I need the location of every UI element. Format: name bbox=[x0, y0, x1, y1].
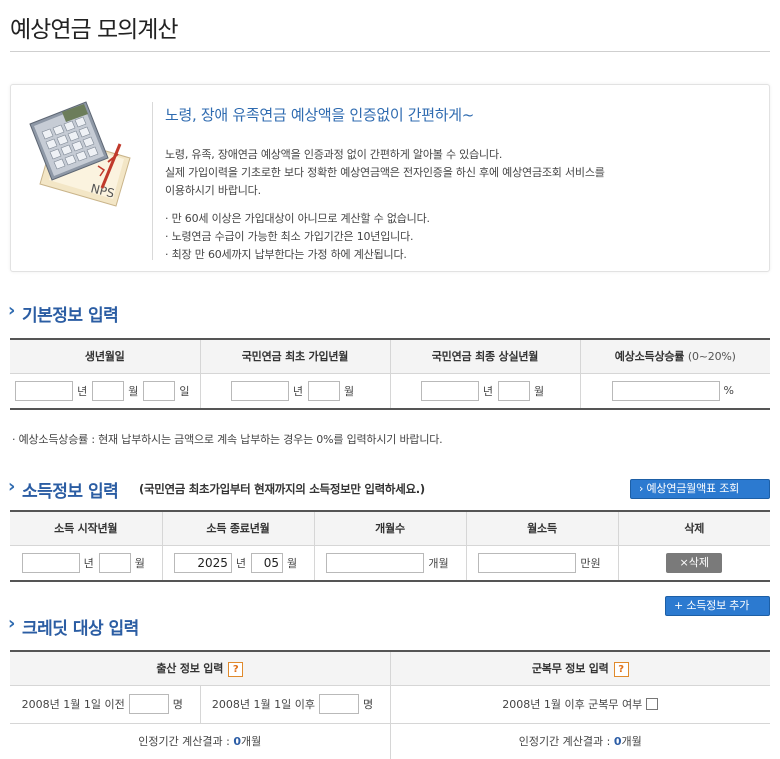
page-title: 예상연금 모의계산 bbox=[10, 17, 179, 43]
unit-year: 년 bbox=[292, 384, 303, 398]
header-first-join: 국민연금 최초 가입년월 bbox=[200, 339, 391, 374]
income-rate-note: · 예상소득상승률 : 현재 납부하시는 금액으로 계속 납부하는 경우는 0%… bbox=[12, 433, 443, 446]
birth-info-header-label: 출산 정보 입력 bbox=[156, 662, 224, 675]
unit-month: 월 bbox=[134, 556, 145, 570]
section-chevron-icon: › bbox=[8, 300, 16, 321]
header-delete: 삭제 bbox=[618, 511, 770, 546]
military-checkbox[interactable] bbox=[646, 698, 659, 710]
unit-month: 월 bbox=[128, 384, 139, 398]
header-monthly-income: 월소득 bbox=[466, 511, 619, 546]
income-rate-input[interactable] bbox=[611, 380, 720, 401]
delete-row-button[interactable]: ×삭제 bbox=[666, 552, 723, 573]
birth-month-input[interactable] bbox=[92, 380, 125, 401]
unit-months: 개월 bbox=[428, 556, 449, 570]
info-paragraph: 이용하시기 바랍니다. bbox=[165, 184, 261, 197]
info-bullet: · 만 60세 이상은 가입대상이 아니므로 계산할 수 없습니다. bbox=[165, 212, 430, 225]
info-bullet: · 노령연금 수급이 가능한 최소 가입기간은 10년입니다. bbox=[165, 230, 414, 243]
military-result-value: 0 bbox=[613, 735, 622, 749]
last-loss-cell: 년월 bbox=[390, 373, 581, 409]
birthdate-cell: 년월일 bbox=[10, 373, 201, 409]
months-input[interactable] bbox=[326, 552, 425, 573]
section-chevron-icon: › bbox=[8, 613, 16, 634]
military-result-label: 인정기간 계산결과 : bbox=[518, 735, 611, 749]
first-join-year-input[interactable] bbox=[230, 380, 289, 401]
unit-month: 월 bbox=[344, 384, 355, 398]
credit-table: 출산 정보 입력? 군복무 정보 입력? 2008년 1월 1일 이전 명 200… bbox=[10, 650, 770, 759]
military-help-icon[interactable]: ? bbox=[613, 661, 629, 677]
header-income-start: 소득 시작년월 bbox=[10, 511, 163, 546]
unit-income: 만원 bbox=[580, 556, 601, 570]
income-start-month-input[interactable] bbox=[98, 552, 131, 573]
info-heading: 노령, 장애 유족연금 예상액을 인증없이 간편하게~ bbox=[165, 106, 475, 124]
birth-day-input[interactable] bbox=[143, 380, 176, 401]
military-result-cell: 인정기간 계산결과 : 0개월 bbox=[390, 723, 770, 759]
first-join-cell: 년월 bbox=[200, 373, 391, 409]
income-table: 소득 시작년월 소득 종료년월 개월수 월소득 삭제 년월 2025 년 05 월 개… bbox=[10, 510, 770, 582]
birth-after-cell: 2008년 1월 1일 이후 명 bbox=[200, 685, 391, 724]
header-income-end: 소득 종료년월 bbox=[162, 511, 315, 546]
military-cell: 2008년 1월 이후 군복무 여부 bbox=[390, 685, 770, 724]
delete-cell: ×삭제 bbox=[618, 545, 770, 581]
birth-before-cell: 2008년 1월 1일 이전 명 bbox=[10, 685, 201, 724]
info-paragraph: 노령, 유족, 장애연금 예상액을 인증과정 없이 간편하게 알아볼 수 있습니… bbox=[165, 148, 503, 161]
add-income-button[interactable]: + 소득정보 추가 bbox=[665, 596, 770, 616]
unit-month: 월 bbox=[287, 556, 298, 570]
birth-after-input[interactable] bbox=[318, 694, 359, 714]
military-info-header: 군복무 정보 입력? bbox=[390, 651, 770, 686]
basic-section-title: 기본정보 입력 bbox=[22, 306, 119, 326]
monthly-income-input[interactable] bbox=[478, 552, 577, 573]
credit-section-title: 크레딧 대상 입력 bbox=[22, 619, 139, 639]
birth-result-unit: 개월 bbox=[241, 735, 262, 749]
income-section-subtitle: (국민연금 최초가입부터 현재까지의 소득정보만 입력하세요.) bbox=[139, 482, 425, 496]
info-paragraph: 실제 가입이력을 기초로한 보다 정확한 예상연금액은 전자인증을 하신 후에 … bbox=[165, 166, 605, 179]
birth-year-input[interactable] bbox=[15, 380, 74, 401]
last-loss-year-input[interactable] bbox=[420, 380, 479, 401]
basic-info-table: 생년월일 국민연금 최초 가입년월 국민연금 최종 상실년월 예상소득상승률 (… bbox=[10, 338, 770, 410]
pension-table-lookup-button[interactable]: › 예상연금월액표 조회 bbox=[630, 479, 770, 499]
monthly-income-cell: 만원 bbox=[466, 545, 619, 581]
unit-year: 년 bbox=[482, 384, 493, 398]
info-bullet: · 최장 만 60세까지 납부한다는 가정 하에 계산됩니다. bbox=[165, 248, 407, 261]
months-cell: 개월 bbox=[314, 545, 467, 581]
header-income-rate-hint: (0~20%) bbox=[687, 350, 736, 364]
last-loss-month-input[interactable] bbox=[498, 380, 530, 401]
military-label: 2008년 1월 이후 군복무 여부 bbox=[502, 698, 643, 711]
unit-percent: % bbox=[723, 384, 734, 398]
birth-result-cell: 인정기간 계산결과 : 0개월 bbox=[10, 723, 391, 759]
income-rate-cell: % bbox=[580, 373, 770, 409]
income-end-month-input[interactable]: 05 bbox=[251, 552, 283, 573]
military-result-unit: 개월 bbox=[621, 735, 642, 749]
header-last-loss: 국민연금 최종 상실년월 bbox=[390, 339, 581, 374]
section-chevron-icon: › bbox=[8, 476, 16, 497]
income-start-year-input[interactable] bbox=[21, 552, 80, 573]
info-divider bbox=[152, 102, 153, 260]
birth-info-header: 출산 정보 입력? bbox=[10, 651, 391, 686]
unit-day: 일 bbox=[179, 384, 190, 398]
military-info-header-label: 군복무 정보 입력 bbox=[531, 662, 609, 675]
header-income-rate-label: 예상소득상승률 bbox=[614, 350, 685, 364]
unit-people: 명 bbox=[362, 698, 374, 711]
header-income-rate: 예상소득상승률 (0~20%) bbox=[580, 339, 770, 374]
header-birthdate: 생년월일 bbox=[10, 339, 201, 374]
unit-year: 년 bbox=[83, 556, 94, 570]
income-end-cell: 2025 년 05 월 bbox=[162, 545, 315, 581]
income-end-year-input[interactable]: 2025 bbox=[173, 552, 232, 573]
birth-result-value: 0 bbox=[233, 735, 242, 749]
income-start-cell: 년월 bbox=[10, 545, 163, 581]
income-section-title: 소득정보 입력 bbox=[22, 482, 119, 502]
first-join-month-input[interactable] bbox=[308, 380, 340, 401]
unit-year: 년 bbox=[235, 556, 246, 570]
unit-month: 월 bbox=[534, 384, 545, 398]
title-divider bbox=[10, 51, 770, 52]
birth-after-label: 2008년 1월 1일 이후 bbox=[211, 698, 315, 711]
birth-before-label: 2008년 1월 1일 이전 bbox=[21, 698, 125, 711]
birth-before-input[interactable] bbox=[128, 694, 169, 714]
header-months: 개월수 bbox=[314, 511, 467, 546]
birth-result-label: 인정기간 계산결과 : bbox=[138, 735, 230, 749]
calculator-illustration-icon: NPS bbox=[29, 101, 131, 207]
birth-help-icon[interactable]: ? bbox=[228, 661, 244, 677]
unit-year: 년 bbox=[77, 384, 88, 398]
unit-people: 명 bbox=[172, 698, 183, 711]
